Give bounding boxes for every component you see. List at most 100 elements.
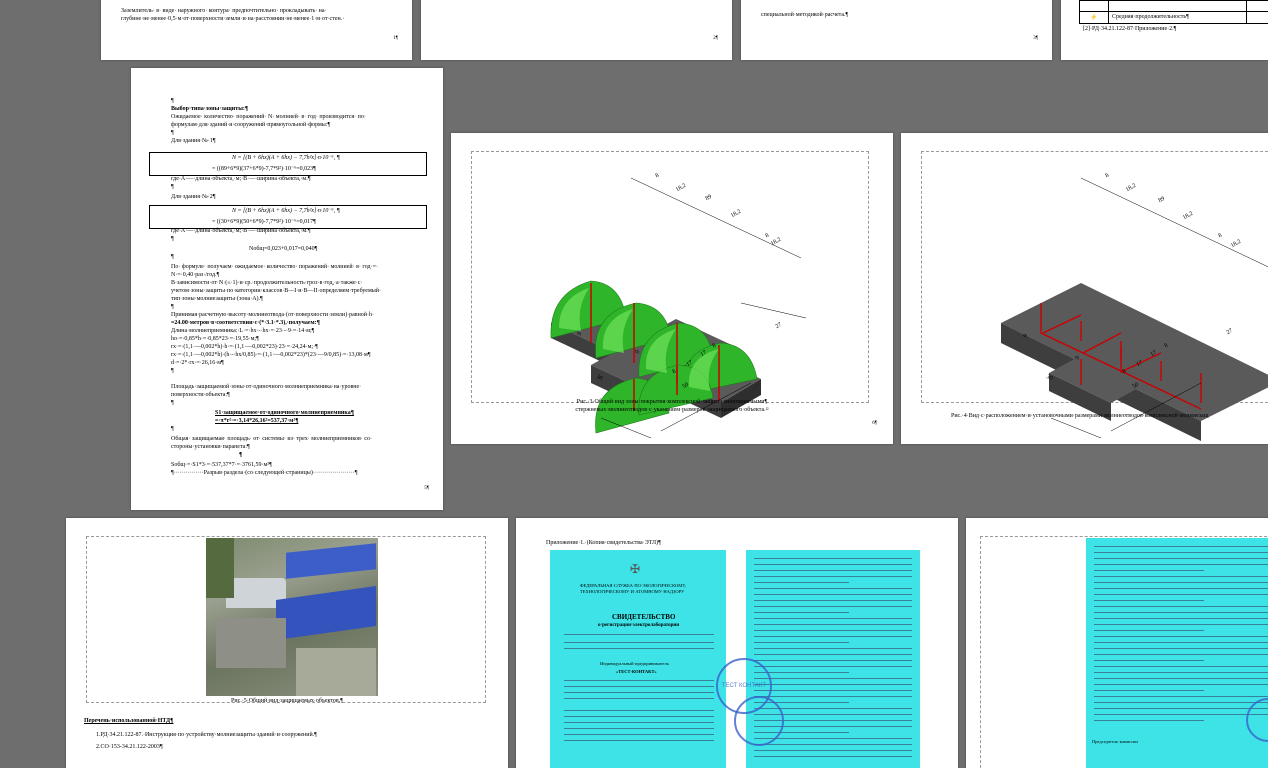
calc-line: =24.00·метров·в·соответствии·с·(*·3.1·*.… [171, 320, 320, 326]
figure-caption: Рис.·5·Общий·вид·защищаемых·объектов.¶ [231, 698, 343, 704]
text-line [754, 660, 912, 661]
text-line [754, 636, 912, 637]
text-line [754, 630, 912, 631]
text-line [754, 570, 912, 571]
text-line [1094, 606, 1268, 607]
text-line [754, 606, 912, 607]
text-line [754, 738, 912, 739]
text-line [754, 678, 912, 679]
page-number: 5¶ [424, 486, 429, 491]
calc-line: ¶ [171, 368, 174, 374]
calc-line: rx·=·(1,1·—0,002*h)·(h·-·hx/0,85)·=·(1,1… [171, 352, 371, 358]
calculation-page: ¶ Выбор·типа·зоны·защиты:¶ Ожидаемое· коли… [131, 68, 443, 510]
text-line [1094, 702, 1268, 703]
text-line [754, 564, 912, 565]
page-number: 1¶ [393, 36, 398, 41]
text-line [754, 750, 912, 751]
figure-caption: Рис.·3·Общий·вид·зоны·покрытия·комплексн… [576, 399, 768, 405]
text-line [1094, 642, 1268, 643]
table-cell: Средняя·продолжительность¶ [1112, 14, 1189, 20]
cert-header: ТЕХНОЛОГИЧЕСКОМУ·И·АТОМНОМУ·НАДЗОРУ [580, 589, 685, 594]
calc-line: N·=·0,40·раз·/год.¶ [171, 272, 220, 278]
text-line [754, 642, 849, 643]
figure-caption: Рис.·4·Вид·с·расположением·и·установочны… [951, 413, 1209, 419]
calc-line: rx·=·(1,1·—0,002*h)·h·=·(1,1·—0,002*23)·… [171, 344, 318, 350]
calc-line: ¶ [171, 184, 174, 190]
appendix-page-2: Председатель·комиссии [966, 518, 1268, 768]
text-line [1094, 558, 1268, 559]
text-line [1094, 588, 1268, 589]
calc-line: ¶ [171, 254, 174, 260]
text-line [754, 600, 912, 601]
text-line [1094, 714, 1268, 715]
calc-line: ¶ [171, 130, 174, 136]
text-line [1094, 720, 1205, 721]
calc-line: ¶ [171, 236, 174, 242]
aerial-photo [206, 538, 378, 696]
text-line [1094, 696, 1268, 697]
text-line [1094, 618, 1268, 619]
certificate-scan-front: ✠ ФЕДЕРАЛЬНАЯ·СЛУЖБА·ПО·ЭКОЛОГИЧЕСКОМУ, … [550, 550, 726, 768]
emblem-icon: ✠ [630, 562, 641, 576]
references-title: Перечень·использованной·НТД¶ [84, 718, 174, 724]
calc-line: Выбор·типа·зоны·защиты:¶ [171, 106, 249, 112]
text-line [1094, 648, 1268, 649]
text-line [1094, 690, 1205, 691]
text-line [754, 582, 849, 583]
reference-item: 2.СО·153-34.21.122-2003¶ [96, 744, 163, 750]
calc-line: Ожидаемое· количество· поражений· N· мол… [171, 114, 366, 120]
formula: = ((30+6*9)(50+6*9)-7,7*9²)·10⁻⁶=0,017¶ [212, 219, 316, 225]
text-line [754, 756, 912, 757]
calc-line: поверхности·объекта:¶ [171, 392, 230, 398]
text-line [754, 690, 912, 691]
document-page-2: 2¶ [421, 0, 732, 60]
calc-line: формулам·для·зданий·и·сооружений·прямоуг… [171, 122, 331, 128]
figure-4-page: 8 18,2 89 18,2 8 18,2 27 30 8 17 17 8 50… [901, 133, 1268, 444]
text-line [754, 696, 912, 697]
appendix-page: Приложение·1.·(Копия·свидетельства·ЭТЛ)¶… [516, 518, 958, 768]
calc-line: По· формуле· получаем· ожидаемое· количе… [171, 264, 378, 270]
calc-line: Sобщ·=·S1*3·=·537,37*7·=·3761,59·м²¶ [171, 462, 272, 468]
cert-subtitle: о·регистрации·электролаборатории [598, 623, 680, 628]
text-line [1094, 570, 1205, 571]
calc-line: В·зависимости·от·N·(≤·1)·и·ср.·продолжит… [171, 280, 363, 286]
formula-box-2: N = [(B + 6hx)(A + 6hx) − 7,7h²x]·n·10⁻⁶… [149, 205, 427, 229]
table: Средняя·продолжительность¶ ⚡ [1079, 0, 1268, 24]
stamp-text: ТЕСТ КОНТАКТ [721, 683, 767, 689]
text-line [754, 648, 912, 649]
text-line [754, 576, 912, 577]
text-line [754, 594, 912, 595]
cert-title: СВИДЕТЕЛЬСТВО [612, 613, 676, 621]
text-line [1094, 660, 1205, 661]
document-page-1: Заземлитель· в· виде· наружного· контура… [101, 0, 412, 60]
cert-footer: Председатель·комиссии [1092, 739, 1138, 744]
body-text: специальной·методикой·расчета.¶ [761, 12, 849, 18]
text-line [754, 624, 912, 625]
calc-line: ¶ [239, 452, 243, 458]
text-line [1094, 666, 1268, 667]
certificate-scan-page-2: Председатель·комиссии [1086, 538, 1268, 768]
calc-line: стороны·установки·парапета:¶ [171, 444, 250, 450]
formula-box-1: N = [(B + 6hx)(A + 6hx) − 7,7h²x]·n·10⁻⁶… [149, 152, 427, 176]
text-line [1094, 576, 1268, 577]
company-stamp [734, 696, 784, 746]
text-line [1094, 654, 1268, 655]
document-page-3: специальной·методикой·расчета.¶ 3¶ [741, 0, 1052, 60]
figure-5-page: Рис.·5·Общий·вид·защищаемых·объектов.¶ П… [66, 518, 508, 768]
body-text: Заземлитель· в· виде· наружного· контура… [121, 8, 327, 14]
calc-line: =·π*r²·=·3,14*26,16²=537,37·м²¶ [215, 418, 299, 424]
text-line [754, 654, 912, 655]
page-number: 6¶ [872, 421, 877, 426]
calc-line: где·A·—·длина·объекта,·м;·B·—·ширина·объ… [171, 228, 311, 234]
calc-line: Общая· защищаемая· площадь· от· системы·… [171, 436, 372, 442]
reference-note: [2]·РД·34.21.122-87·Приложение·2.¶ [1083, 26, 1177, 32]
text-line [754, 684, 912, 685]
calc-line: ¶···············Разрыв·раздела·(со·следу… [171, 470, 358, 476]
calc-line: Для·здания·№·1¶ [171, 138, 216, 144]
formula: N = [(B + 6hx)(A + 6hx) − 7,7h²x]·n·10⁻⁶… [232, 155, 340, 161]
text-line [1094, 594, 1268, 595]
calc-line: Принимая·расчетную·высоту·молниеотвода·(… [171, 312, 375, 318]
calc-line: ¶ [171, 426, 174, 432]
text-line [1094, 708, 1268, 709]
text-line [1094, 552, 1268, 553]
